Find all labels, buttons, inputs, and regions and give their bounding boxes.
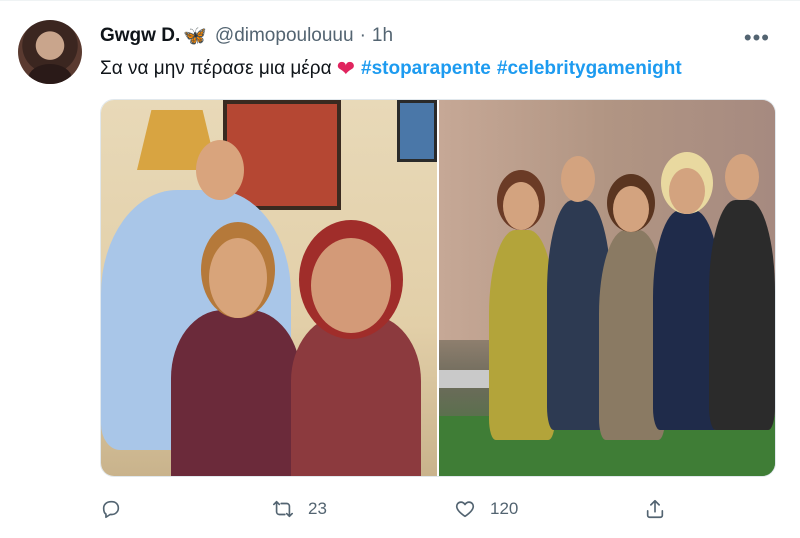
person-shape: [709, 200, 775, 430]
person-head-shape: [311, 238, 391, 333]
tweet-text: Σα να μην πέρασε μια μέρα ❤ #stoparapent…: [100, 56, 688, 82]
tweet[interactable]: Gwgw D. 🦋 @dimopoulouuu · 1h ••• Σα να μ…: [0, 0, 800, 538]
tweet-time[interactable]: 1h: [372, 25, 393, 47]
butterfly-icon: 🦋: [183, 26, 207, 47]
author-handle[interactable]: @dimopoulouuu: [215, 25, 354, 47]
retweet-count: 23: [308, 499, 327, 518]
like-icon: [455, 501, 475, 518]
separator-dot: ·: [359, 25, 366, 46]
like-count: 120: [490, 499, 519, 518]
avatar-shoulders: [28, 64, 72, 84]
person-head-shape: [561, 156, 595, 202]
person-shape: [171, 310, 301, 476]
more-icon[interactable]: •••: [744, 25, 770, 51]
person-head-shape: [209, 238, 267, 318]
tweet-header: Gwgw D. 🦋 @dimopoulouuu · 1h: [100, 23, 393, 49]
retweet-icon: [273, 500, 293, 518]
tweet-actions: 23 120: [100, 495, 670, 523]
reply-icon: [102, 500, 120, 519]
share-button[interactable]: [644, 495, 666, 523]
person-head-shape: [725, 154, 759, 200]
painting-shape: [397, 100, 437, 162]
retweet-button[interactable]: 23: [272, 495, 327, 523]
reply-button[interactable]: [100, 495, 122, 523]
person-head-shape: [669, 168, 705, 214]
person-head-shape: [613, 186, 649, 232]
like-button[interactable]: 120: [454, 495, 518, 523]
author-name[interactable]: Gwgw D.: [100, 25, 180, 47]
person-shape: [489, 230, 555, 440]
person-head-shape: [503, 182, 539, 230]
share-icon: [646, 499, 664, 519]
tweet-text-body: Σα να μην πέρασε μια μέρα: [100, 58, 332, 79]
person-head-shape: [196, 140, 244, 200]
avatar[interactable]: [18, 20, 82, 84]
person-shape: [291, 315, 421, 476]
photo-right[interactable]: [439, 100, 775, 476]
hashtag-link[interactable]: #celebritygamenight: [497, 58, 682, 80]
photo-left[interactable]: [101, 100, 437, 476]
heart-emoji-icon: ❤: [336, 56, 355, 81]
hashtag-link[interactable]: #stoparapente: [361, 58, 491, 80]
tweet-media[interactable]: [100, 99, 776, 477]
